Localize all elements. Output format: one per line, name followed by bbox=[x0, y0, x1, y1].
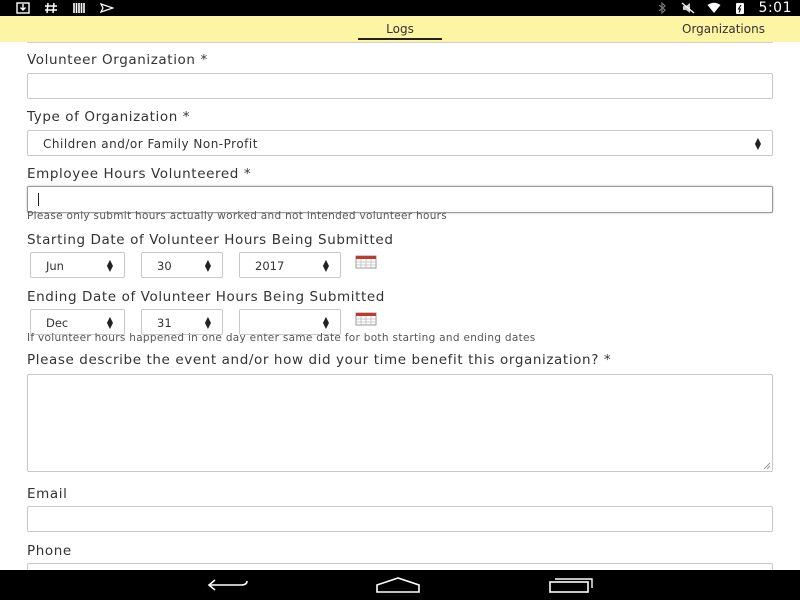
tab-organizations[interactable]: Organizations bbox=[682, 16, 800, 42]
select-arrows-icon: ▲ ▼ bbox=[322, 315, 330, 330]
volunteer-org-input[interactable] bbox=[27, 73, 773, 99]
resize-handle-icon[interactable] bbox=[763, 462, 771, 470]
org-type-label: Type of Organization * bbox=[27, 109, 191, 125]
recents-button[interactable] bbox=[546, 575, 596, 595]
navigation-bar bbox=[0, 570, 800, 600]
bluetooth-icon bbox=[658, 2, 666, 14]
text-cursor bbox=[38, 193, 39, 206]
select-arrows-icon: ▲ ▼ bbox=[204, 315, 212, 330]
volunteer-org-label: Volunteer Organization * bbox=[27, 52, 208, 68]
start-month-value: Jun bbox=[46, 259, 64, 273]
back-button[interactable] bbox=[203, 575, 253, 595]
back-icon bbox=[207, 579, 248, 591]
start-year-select[interactable]: 2017 ▲ ▼ bbox=[239, 252, 341, 278]
start-day-value: 30 bbox=[157, 259, 172, 273]
hash-icon bbox=[45, 2, 57, 14]
home-icon bbox=[376, 577, 420, 593]
end-month-value: Dec bbox=[46, 316, 69, 330]
end-date-help: If volunteer hours happened in one day e… bbox=[27, 332, 536, 344]
mute-icon bbox=[681, 2, 694, 14]
select-arrows-icon: ▲ ▼ bbox=[754, 136, 762, 151]
clock: 5:01 bbox=[758, 0, 792, 16]
select-arrows-icon: ▲ ▼ bbox=[322, 258, 330, 273]
hours-input[interactable] bbox=[27, 186, 773, 213]
divider bbox=[27, 42, 773, 43]
barcode-icon bbox=[73, 3, 85, 13]
org-type-value: Children and/or Family Non-Profit bbox=[43, 137, 258, 151]
calendar-icon[interactable] bbox=[355, 255, 377, 269]
hours-label: Employee Hours Volunteered * bbox=[27, 166, 252, 182]
email-input[interactable] bbox=[27, 506, 773, 532]
end-date-label: Ending Date of Volunteer Hours Being Sub… bbox=[27, 289, 385, 305]
hours-help: Please only submit hours actually worked… bbox=[27, 210, 448, 222]
battery-icon bbox=[735, 3, 744, 14]
email-label: Email bbox=[27, 486, 68, 502]
tab-logs[interactable]: Logs bbox=[358, 16, 442, 42]
org-type-select[interactable]: Children and/or Family Non-Profit ▲ ▼ bbox=[27, 130, 773, 156]
tab-bar: Logs Organizations bbox=[0, 16, 800, 42]
start-date-label: Starting Date of Volunteer Hours Being S… bbox=[27, 232, 394, 248]
download-icon bbox=[16, 2, 30, 14]
phone-label: Phone bbox=[27, 543, 72, 559]
select-arrows-icon: ▲ ▼ bbox=[204, 258, 212, 273]
end-day-value: 31 bbox=[157, 316, 172, 330]
description-textarea[interactable] bbox=[27, 374, 773, 472]
log-form: Volunteer Organization * Type of Organiz… bbox=[0, 42, 800, 570]
wifi-icon bbox=[707, 2, 721, 13]
calendar-icon[interactable] bbox=[355, 312, 377, 326]
recents-icon bbox=[549, 578, 593, 593]
select-arrows-icon: ▲ ▼ bbox=[106, 315, 114, 330]
start-year-value: 2017 bbox=[255, 259, 285, 273]
status-bar: 5:01 bbox=[0, 0, 800, 16]
phone-input[interactable] bbox=[27, 563, 773, 570]
start-month-select[interactable]: Jun ▲ ▼ bbox=[30, 252, 125, 278]
select-arrows-icon: ▲ ▼ bbox=[106, 258, 114, 273]
home-button[interactable] bbox=[373, 575, 423, 595]
description-label: Please describe the event and/or how did… bbox=[27, 352, 612, 368]
send-icon bbox=[100, 3, 114, 13]
start-day-select[interactable]: 30 ▲ ▼ bbox=[141, 252, 223, 278]
